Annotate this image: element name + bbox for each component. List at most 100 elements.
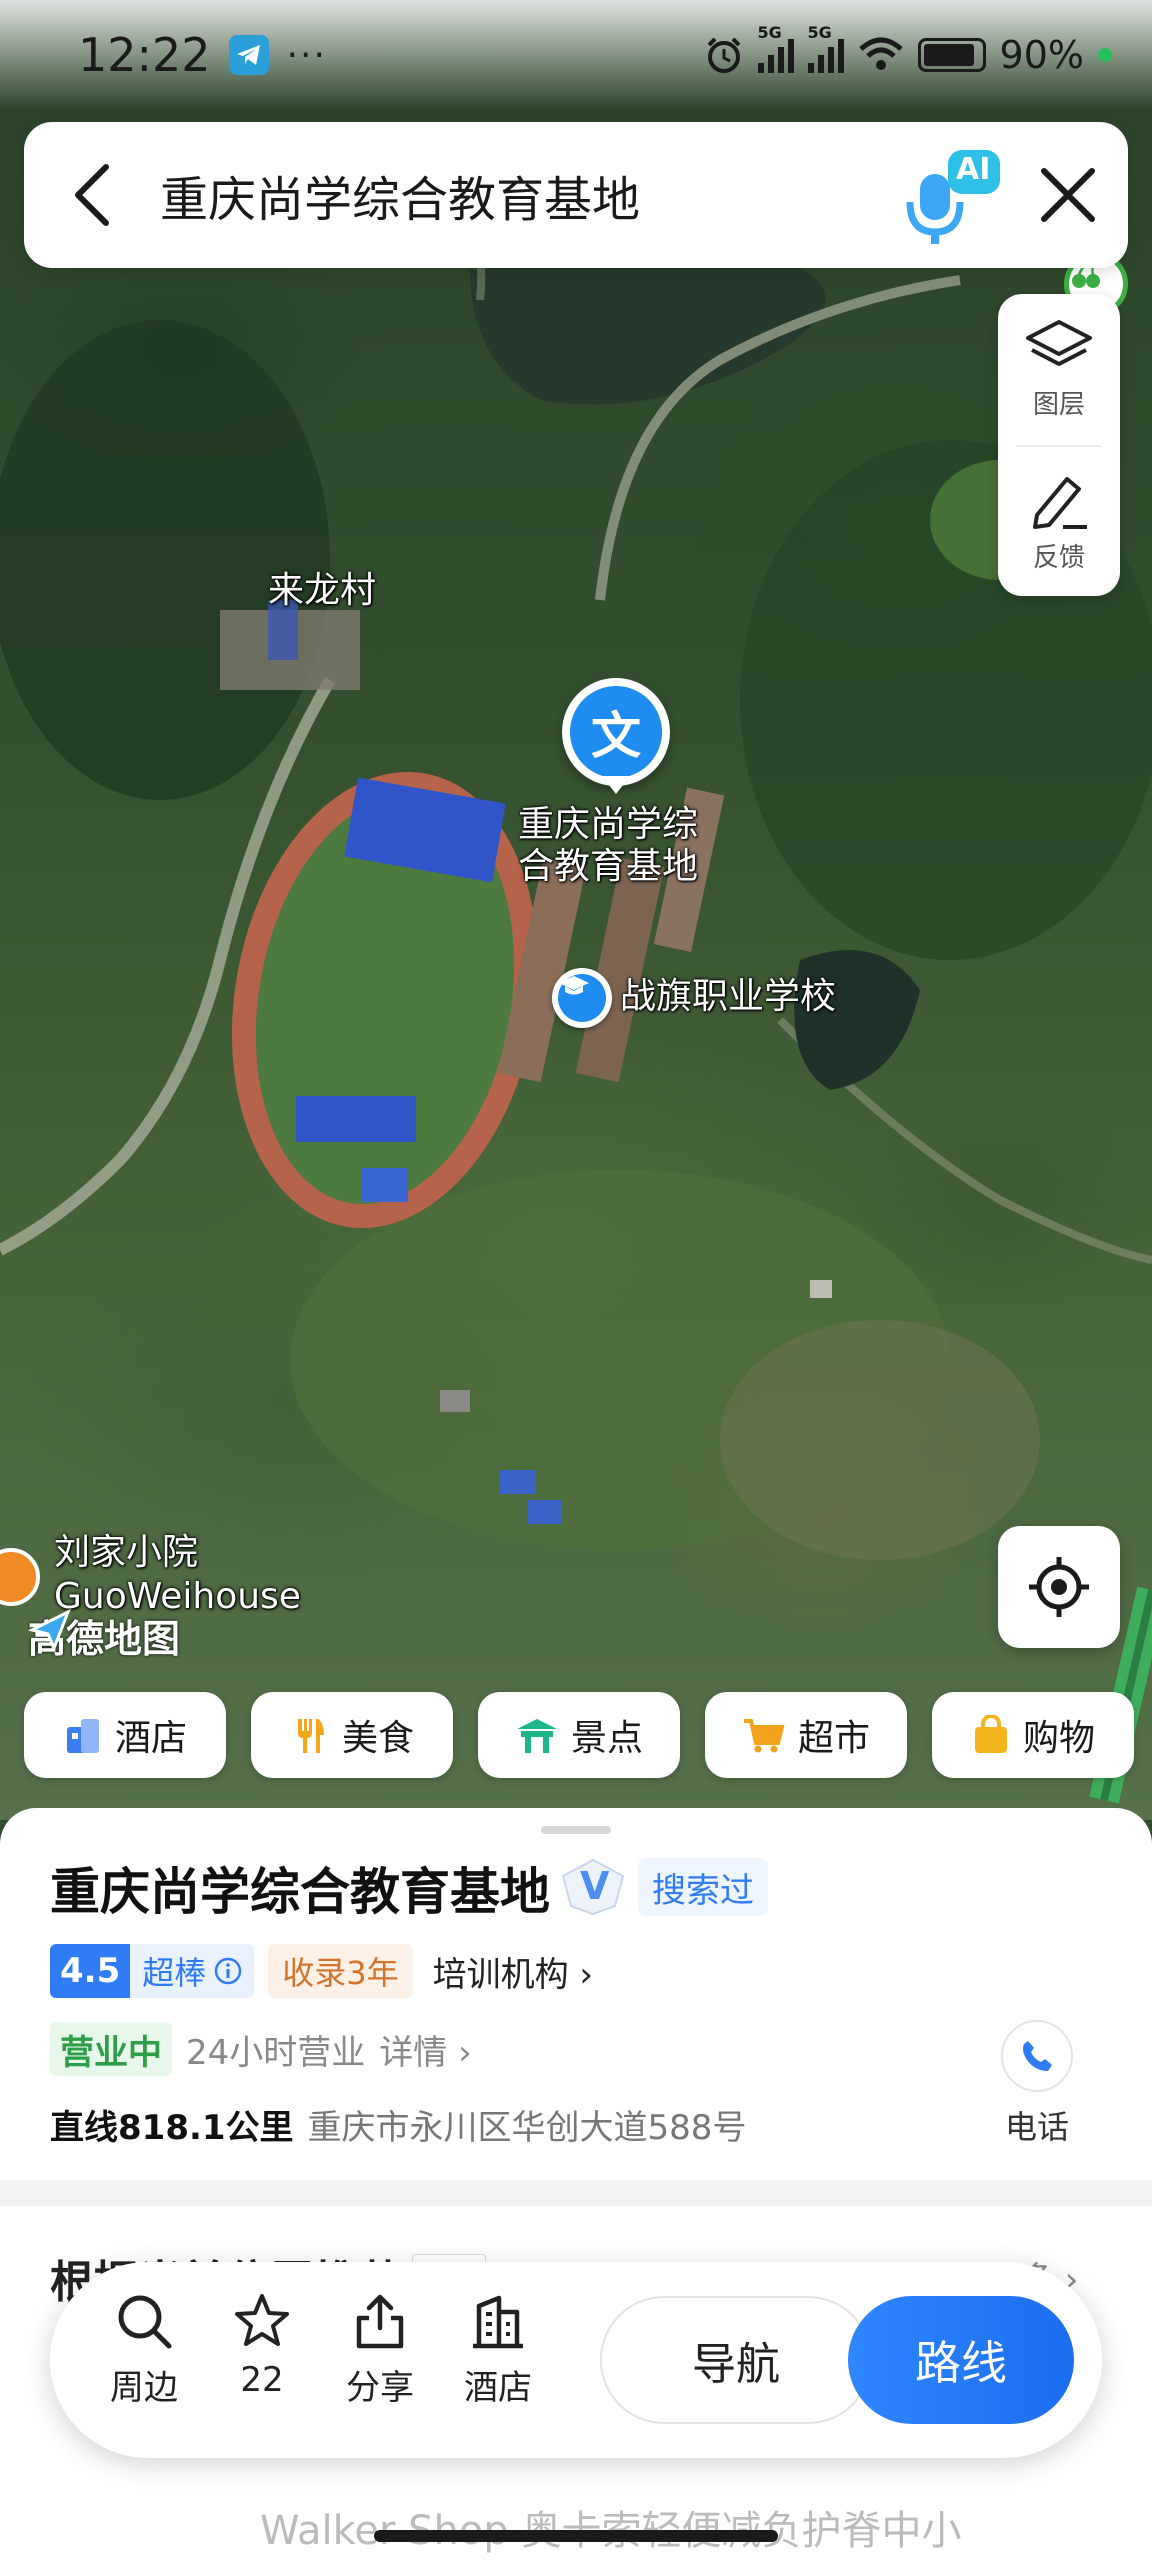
privacy-indicator-dot: [1098, 48, 1112, 62]
chip-shopping-label: 购物: [1022, 1718, 1095, 1759]
hours-row: 营业中 24小时营业 详情 ›: [50, 2022, 472, 2076]
education-icon: 文: [570, 686, 662, 778]
chip-scenic[interactable]: 景点: [478, 1692, 680, 1778]
hotel-icon: [66, 1719, 99, 1753]
battery-icon: [917, 38, 986, 72]
route-button[interactable]: 路线: [848, 2296, 1074, 2424]
search-query-text[interactable]: 重庆尚学综合教育基地: [160, 160, 898, 230]
favorite-button[interactable]: 22: [212, 2292, 312, 2400]
address-text[interactable]: 重庆市永川区华创大道588号: [308, 2100, 747, 2149]
supermarket-icon: [743, 1719, 785, 1753]
amap-logo-icon: [28, 1608, 71, 1652]
shopping-icon: [974, 1715, 1007, 1753]
restaurant-label-line1[interactable]: 刘家小院: [54, 1532, 198, 1574]
home-indicator[interactable]: [374, 2530, 778, 2542]
layers-label: 图层: [1032, 390, 1085, 420]
distance-row: 直线818.1公里 重庆市永川区华创大道588号: [50, 2100, 746, 2149]
signal-5g-label-2: 5G: [807, 23, 832, 42]
map-view[interactable]: 来龙村 文 重庆尚学综 合教育基地 战旗职业学校 刘家小院 GuoWeihous…: [0, 0, 1152, 1820]
back-button[interactable]: [24, 122, 160, 268]
share-button[interactable]: 分享: [330, 2292, 430, 2409]
signal-5g-label-1: 5G: [757, 23, 782, 42]
bottom-action-bar: 周边 22 分享 酒店 导航 路线: [50, 2262, 1102, 2458]
search-bar[interactable]: 重庆尚学综合教育基地 AI: [24, 122, 1128, 268]
chevron-left-icon: [75, 164, 109, 226]
navigate-button[interactable]: 导航: [600, 2296, 872, 2424]
alarm-icon: [707, 37, 740, 73]
chip-supermarket[interactable]: 超市: [705, 1692, 907, 1778]
chip-food-label: 美食: [341, 1718, 414, 1759]
category-chip-row: 酒店 美食 景点 超市 购物: [24, 1692, 1152, 1778]
chip-food[interactable]: 美食: [251, 1692, 453, 1778]
star-icon: [235, 2294, 289, 2346]
signal-strength-icon-1: 5G: [757, 23, 794, 73]
signal-strength-icon-2: 5G: [807, 23, 844, 73]
feedback-label: 反馈: [1032, 543, 1085, 573]
edit-pencil-icon: [1033, 477, 1087, 529]
verified-badge[interactable]: V: [558, 1856, 628, 1918]
close-icon: [1041, 168, 1095, 222]
amap-watermark: 高德地图: [28, 1608, 180, 1663]
section-separator: [0, 2180, 1152, 2206]
phone-button[interactable]: 电话: [982, 2020, 1092, 2148]
wifi-icon: [858, 37, 903, 70]
scenic-icon: [516, 1719, 557, 1753]
distance-text: 直线818.1公里: [50, 2108, 294, 2148]
favorite-count: 22: [240, 2360, 284, 2400]
rating-score: 4.5: [50, 1944, 131, 1998]
selected-poi-pin[interactable]: 文: [562, 678, 670, 794]
food-icon: [297, 1719, 324, 1753]
telegram-icon: [228, 35, 269, 75]
locate-me-button[interactable]: [998, 1526, 1120, 1648]
hours-details-link[interactable]: 详情 ›: [379, 2025, 471, 2074]
category-link[interactable]: 培训机构 ›: [433, 1947, 593, 1996]
listed-years-tag: 收录3年: [268, 1944, 413, 1998]
open-status-tag: 营业中: [50, 2022, 172, 2076]
status-time: 12:22: [78, 28, 211, 82]
info-icon: [215, 1957, 242, 1985]
place-name: 重庆尚学综合教育基地: [50, 1863, 550, 1921]
school-label[interactable]: 战旗职业学校: [620, 976, 836, 1018]
recommend-item-text: Walker Shop 奥卡索轻便减负护脊中小: [260, 2508, 961, 2554]
crosshair-locate-icon: [1029, 1557, 1089, 1617]
share-label: 分享: [346, 2368, 414, 2408]
school-poi-marker[interactable]: [552, 968, 612, 1028]
ai-voice-button[interactable]: AI: [898, 140, 1008, 250]
share-icon: [356, 2294, 404, 2349]
nearby-button[interactable]: 周边: [94, 2292, 194, 2409]
status-overflow-dots: ···: [286, 34, 327, 76]
phone-label: 电话: [1004, 2108, 1069, 2146]
status-bar: 12:22 ··· 5G 5G 90%: [0, 0, 1152, 110]
phone-icon: [1023, 2041, 1052, 2071]
recommend-item[interactable]: Walker Shop 奥卡索轻便减负护脊中小: [60, 2498, 1100, 2556]
feedback-button[interactable]: 反馈: [998, 447, 1120, 598]
hotel-label: 酒店: [464, 2368, 532, 2408]
map-tools-panel: 图层 反馈: [998, 294, 1120, 596]
poi-label-line1[interactable]: 重庆尚学综: [518, 804, 698, 846]
poi-label-line2[interactable]: 合教育基地: [518, 846, 698, 888]
sheet-drag-handle[interactable]: [541, 1826, 611, 1834]
hotel-button[interactable]: 酒店: [448, 2292, 548, 2409]
rating-row: 4.5 超棒 收录3年 培训机构 ›: [50, 1944, 593, 1998]
rating-word: 超棒: [142, 1954, 207, 1992]
layers-icon: [1026, 320, 1092, 366]
village-label[interactable]: 来龙村: [268, 570, 376, 612]
shop-logo: [60, 2505, 240, 2549]
nearby-label: 周边: [110, 2368, 178, 2408]
chip-hotel[interactable]: 酒店: [24, 1692, 226, 1778]
rating-badge[interactable]: 4.5 超棒: [50, 1944, 255, 1998]
pin-tail: [602, 776, 630, 794]
search-icon: [118, 2295, 172, 2349]
chip-scenic-label: 景点: [570, 1718, 643, 1759]
graduation-cap-icon: [558, 974, 606, 1022]
battery-percent: 90%: [999, 33, 1084, 77]
searched-before-badge: 搜索过: [638, 1858, 768, 1916]
close-button[interactable]: [1008, 122, 1128, 268]
building-icon: [473, 2295, 523, 2349]
verified-badge-letter: V: [580, 1864, 610, 1908]
ai-microphone-icon: [906, 150, 1000, 244]
layers-button[interactable]: 图层: [998, 294, 1120, 445]
chip-shopping[interactable]: 购物: [932, 1692, 1134, 1778]
opening-hours: 24小时营业: [186, 2032, 366, 2073]
phone-icon-wrap: [1001, 2020, 1073, 2092]
